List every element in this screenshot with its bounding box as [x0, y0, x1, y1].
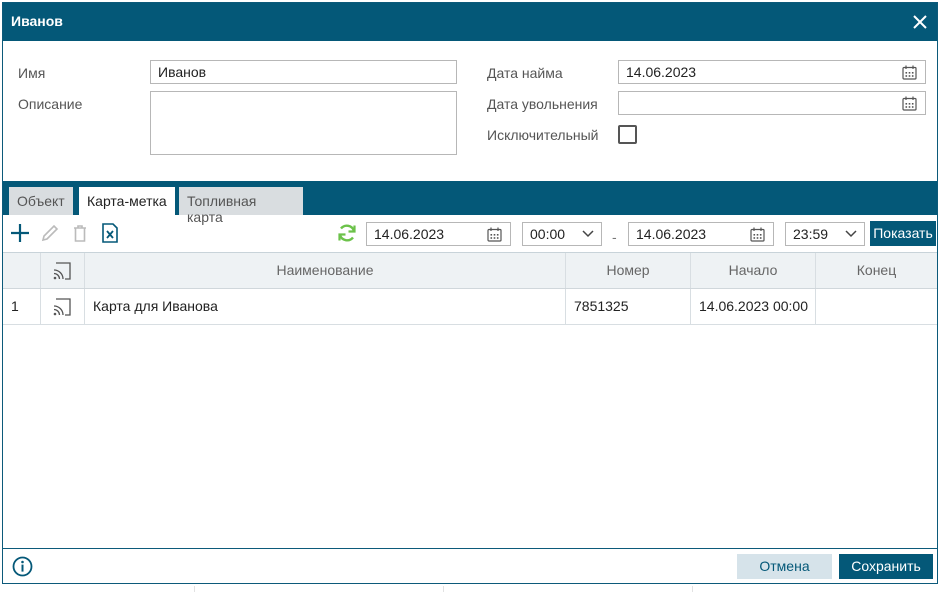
date-from-value: 14.06.2023	[374, 226, 445, 242]
save-button[interactable]: Сохранить	[839, 554, 933, 579]
time-to-value: 23:59	[793, 226, 829, 242]
delete-icon[interactable]	[69, 222, 91, 244]
time-from-select[interactable]: 00:00	[522, 222, 602, 246]
cancel-button[interactable]: Отмена	[737, 554, 832, 579]
column-header-icon	[41, 253, 85, 288]
grid-header: Наименование Номер Начало Конец	[3, 253, 937, 289]
column-header-start[interactable]: Начало	[691, 253, 816, 288]
chevron-down-icon	[845, 230, 857, 238]
hire-date-value: 14.06.2023	[626, 64, 697, 80]
time-from-value: 00:00	[530, 226, 566, 242]
dialog-footer: Отмена Сохранить	[3, 549, 937, 583]
edit-icon[interactable]	[39, 222, 61, 244]
chevron-down-icon	[582, 230, 594, 238]
name-label: Имя	[18, 65, 46, 81]
date-to-value: 14.06.2023	[636, 226, 707, 242]
description-field[interactable]	[150, 91, 457, 155]
column-header-index	[3, 253, 41, 288]
exclusive-checkbox[interactable]	[618, 125, 637, 144]
date-from-field[interactable]: 14.06.2023	[366, 222, 511, 246]
calendar-icon[interactable]	[902, 65, 917, 80]
employee-dialog: Иванов Имя Иванов Описание Дата найма 14…	[2, 2, 938, 584]
description-label: Описание	[18, 96, 83, 112]
name-field[interactable]: Иванов	[150, 60, 457, 84]
hire-date-label: Дата найма	[487, 65, 563, 81]
rfid-card-icon	[53, 298, 71, 316]
calendar-icon[interactable]	[902, 96, 917, 111]
tag-card-grid: Наименование Номер Начало Конец 1 Карта …	[3, 252, 937, 549]
close-icon[interactable]	[909, 11, 931, 33]
employee-form: Имя Иванов Описание Дата найма 14.06.202…	[3, 41, 937, 181]
show-button[interactable]: Показать	[870, 221, 936, 246]
row-number: 7851325	[566, 289, 691, 324]
row-icon-cell	[41, 289, 85, 324]
add-icon[interactable]	[9, 222, 31, 244]
row-end	[816, 289, 937, 324]
info-icon[interactable]	[12, 556, 33, 577]
column-header-end[interactable]: Конец	[816, 253, 937, 288]
background-divider	[194, 586, 195, 592]
dialog-title: Иванов	[11, 13, 63, 29]
date-to-field[interactable]: 14.06.2023	[628, 222, 774, 246]
calendar-icon[interactable]	[750, 227, 765, 242]
hire-date-field[interactable]: 14.06.2023	[618, 60, 926, 84]
tab-fuel-card[interactable]: Топливная карта	[179, 187, 303, 225]
refresh-icon[interactable]	[336, 222, 358, 244]
dismiss-date-label: Дата увольнения	[487, 96, 598, 112]
rfid-card-icon	[53, 262, 71, 280]
dismiss-date-field[interactable]	[618, 91, 926, 115]
row-index: 1	[3, 289, 41, 324]
background-divider	[443, 586, 444, 592]
date-range-separator: -	[612, 229, 617, 245]
exclusive-label: Исключительный	[487, 127, 599, 143]
dialog-titlebar: Иванов	[3, 3, 937, 41]
column-header-number[interactable]: Номер	[566, 253, 691, 288]
column-header-name[interactable]: Наименование	[85, 253, 566, 288]
tab-object[interactable]: Объект	[9, 187, 73, 215]
tab-tag-card[interactable]: Карта-метка	[79, 187, 175, 215]
time-to-select[interactable]: 23:59	[785, 222, 865, 246]
tab-bar: Объект Карта-метка Топливная карта	[3, 181, 937, 225]
calendar-icon[interactable]	[487, 227, 502, 242]
excel-export-icon[interactable]	[99, 222, 121, 244]
row-name: Карта для Иванова	[85, 289, 566, 324]
row-start: 14.06.2023 00:00	[691, 289, 816, 324]
background-divider	[692, 586, 693, 592]
table-row[interactable]: 1 Карта для Иванова 7851325 14.06.2023 0…	[3, 289, 937, 325]
grid-toolbar: 14.06.2023 00:00 - 14.06.2023 23:59 Пока…	[3, 215, 937, 252]
